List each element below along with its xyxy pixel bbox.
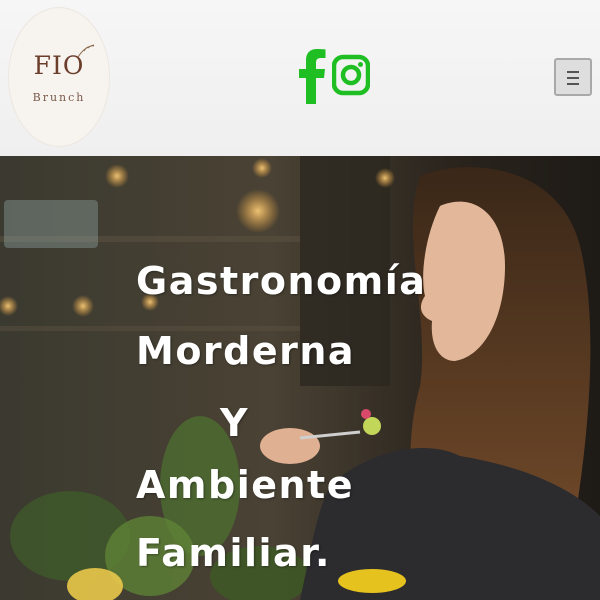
hero-heading-line-5: Familiar. [136, 531, 331, 575]
menu-toggle-button[interactable] [554, 58, 592, 96]
brand-logo[interactable]: FIO Brunch [8, 7, 110, 147]
hero-banner: Gastronomía Morderna Y Ambiente Familiar… [0, 156, 600, 600]
facebook-icon[interactable] [298, 48, 326, 104]
hero-heading-line-4: Ambiente [136, 463, 354, 507]
site-header: FIO Brunch [0, 0, 600, 156]
hero-heading-line-1: Gastronomía [136, 259, 427, 303]
instagram-icon[interactable] [332, 51, 370, 99]
logo-name: FIO [33, 51, 85, 80]
hero-heading: Gastronomía Morderna Y Ambiente Familiar… [0, 156, 600, 600]
hero-heading-line-3: Y [220, 401, 250, 445]
logo-subtitle: Brunch [32, 91, 86, 104]
hero-heading-line-2: Morderna [136, 329, 356, 373]
